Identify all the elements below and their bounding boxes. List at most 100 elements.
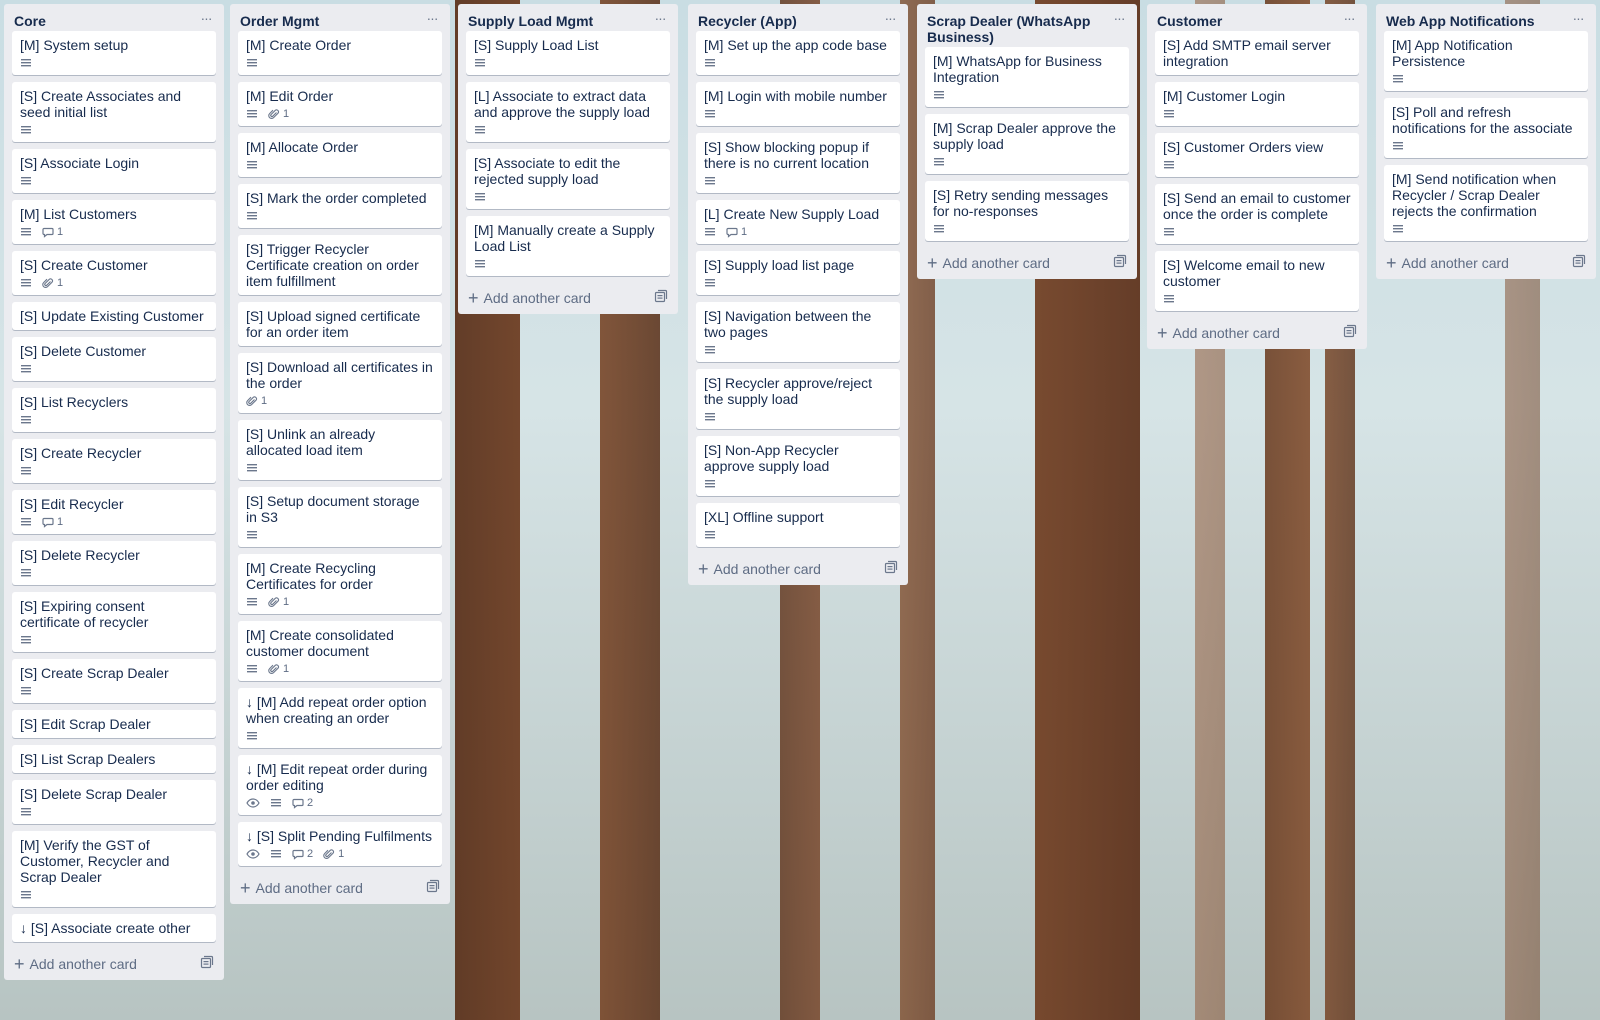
- list-title[interactable]: Web App Notifications: [1386, 13, 1568, 29]
- card[interactable]: [S] List Scrap Dealers: [12, 745, 216, 773]
- card[interactable]: [S] Associate to edit the rejected suppl…: [466, 149, 670, 209]
- add-card-button[interactable]: + Add another card: [1147, 318, 1367, 349]
- card-badges: [704, 474, 892, 494]
- card-badges: 1: [246, 659, 434, 679]
- card[interactable]: ↓ [S] Associate create other: [12, 914, 216, 942]
- card[interactable]: [S] Mark the order completed: [238, 184, 442, 228]
- card-template-icon[interactable]: [1572, 254, 1586, 271]
- add-card-button[interactable]: + Add another card: [688, 554, 908, 585]
- card[interactable]: ↓ [M] Edit repeat order during order edi…: [238, 755, 442, 815]
- card[interactable]: [S] Associate Login: [12, 149, 216, 193]
- card-badges: [704, 407, 892, 427]
- card[interactable]: [S] Send an email to customer once the o…: [1155, 184, 1359, 244]
- list-menu-icon[interactable]: ···: [1568, 11, 1588, 25]
- card[interactable]: [S] Upload signed certificate for an ord…: [238, 302, 442, 346]
- card-title: [S] Create Recycler: [20, 445, 142, 461]
- card[interactable]: [L] Associate to extract data and approv…: [466, 82, 670, 142]
- card-title: [S] List Recyclers: [20, 394, 129, 410]
- card[interactable]: [S] Edit Scrap Dealer: [12, 710, 216, 738]
- card[interactable]: [S] Add SMTP email server integration: [1155, 31, 1359, 75]
- card[interactable]: [S] Setup document storage in S3: [238, 487, 442, 547]
- card[interactable]: [M] Allocate Order: [238, 133, 442, 177]
- card[interactable]: [S] Delete Scrap Dealer: [12, 780, 216, 824]
- card[interactable]: [S] Trigger Recycler Certificate creatio…: [238, 235, 442, 295]
- description-icon: [20, 685, 32, 697]
- card[interactable]: [S] Show blocking popup if there is no c…: [696, 133, 900, 193]
- card-template-icon[interactable]: [884, 560, 898, 577]
- paperclip-icon: [268, 663, 280, 675]
- add-card-button[interactable]: + Add another card: [458, 283, 678, 314]
- card-template-icon[interactable]: [426, 879, 440, 896]
- list-menu-icon[interactable]: ···: [1109, 11, 1129, 25]
- card[interactable]: [S] Expiring consent certificate of recy…: [12, 592, 216, 652]
- add-card-button[interactable]: + Add another card: [917, 248, 1137, 279]
- card[interactable]: [M] Create Order: [238, 31, 442, 75]
- card[interactable]: [S] Recycler approve/reject the supply l…: [696, 369, 900, 429]
- card[interactable]: [M] List Customers 1: [12, 200, 216, 244]
- card[interactable]: [S] Delete Customer: [12, 337, 216, 381]
- card[interactable]: [S] Supply Load List: [466, 31, 670, 75]
- card[interactable]: [M] WhatsApp for Business Integration: [925, 47, 1129, 107]
- card[interactable]: [M] Manually create a Supply Load List: [466, 216, 670, 276]
- card[interactable]: [M] Send notification when Recycler / Sc…: [1384, 165, 1588, 241]
- card[interactable]: [S] Poll and refresh notifications for t…: [1384, 98, 1588, 158]
- card[interactable]: [M] Customer Login: [1155, 82, 1359, 126]
- list-title[interactable]: Scrap Dealer (WhatsApp Business): [927, 13, 1109, 45]
- card[interactable]: [S] Delete Recycler: [12, 541, 216, 585]
- card[interactable]: [M] Create Recycling Certificates for or…: [238, 554, 442, 614]
- card[interactable]: [S] Non-App Recycler approve supply load: [696, 436, 900, 496]
- card-template-icon[interactable]: [200, 955, 214, 972]
- plus-icon: +: [1386, 252, 1397, 273]
- list-title[interactable]: Recycler (App): [698, 13, 880, 29]
- card[interactable]: [S] Customer Orders view: [1155, 133, 1359, 177]
- card[interactable]: ↓ [S] Split Pending Fulfilments 2 1: [238, 822, 442, 866]
- card[interactable]: [S] Create Scrap Dealer: [12, 659, 216, 703]
- add-card-button[interactable]: + Add another card: [230, 873, 450, 904]
- add-card-label: Add another card: [713, 560, 821, 577]
- add-card-button[interactable]: + Add another card: [4, 949, 224, 980]
- card[interactable]: [M] Verify the GST of Customer, Recycler…: [12, 831, 216, 907]
- card[interactable]: [S] Create Recycler: [12, 439, 216, 483]
- card[interactable]: [S] Create Customer 1: [12, 251, 216, 295]
- card[interactable]: [L] Create New Supply Load 1: [696, 200, 900, 244]
- card[interactable]: [S] Unlink an already allocated load ite…: [238, 420, 442, 480]
- list-menu-icon[interactable]: ···: [1339, 11, 1359, 25]
- card[interactable]: [XL] Offline support: [696, 503, 900, 547]
- card-template-icon[interactable]: [654, 289, 668, 306]
- list-menu-icon[interactable]: ···: [650, 11, 670, 25]
- card[interactable]: [S] List Recyclers: [12, 388, 216, 432]
- card[interactable]: [S] Welcome email to new customer: [1155, 251, 1359, 311]
- card-badges: 1: [20, 222, 208, 242]
- card[interactable]: [M] App Notification Persistence: [1384, 31, 1588, 91]
- card[interactable]: [S] Navigation between the two pages: [696, 302, 900, 362]
- card[interactable]: [M] Scrap Dealer approve the supply load: [925, 114, 1129, 174]
- card[interactable]: [M] System setup: [12, 31, 216, 75]
- card-title: [S] Navigation between the two pages: [704, 308, 872, 340]
- card[interactable]: [S] Supply load list page: [696, 251, 900, 295]
- comment-badge: 1: [42, 226, 63, 238]
- add-card-label: Add another card: [255, 879, 363, 896]
- list-title[interactable]: Order Mgmt: [240, 13, 422, 29]
- card[interactable]: ↓ [M] Add repeat order option when creat…: [238, 688, 442, 748]
- list-menu-icon[interactable]: ···: [880, 11, 900, 25]
- card[interactable]: [M] Create consolidated customer documen…: [238, 621, 442, 681]
- list-menu-icon[interactable]: ···: [196, 11, 216, 25]
- card[interactable]: [S] Create Associates and seed initial l…: [12, 82, 216, 142]
- list-title[interactable]: Supply Load Mgmt: [468, 13, 650, 29]
- card[interactable]: [S] Retry sending messages for no-respon…: [925, 181, 1129, 241]
- card-template-icon[interactable]: [1113, 254, 1127, 271]
- list-menu-icon[interactable]: ···: [422, 11, 442, 25]
- attachment-badge: 1: [268, 596, 289, 608]
- card[interactable]: [M] Edit Order 1: [238, 82, 442, 126]
- card-template-icon[interactable]: [1343, 324, 1357, 341]
- card[interactable]: [S] Update Existing Customer: [12, 302, 216, 330]
- list-title[interactable]: Customer: [1157, 13, 1339, 29]
- add-card-button[interactable]: + Add another card: [1376, 248, 1596, 279]
- description-icon: [704, 478, 716, 490]
- card[interactable]: [S] Edit Recycler 1: [12, 490, 216, 534]
- card-title: [S] Customer Orders view: [1163, 139, 1324, 155]
- card[interactable]: [M] Set up the app code base: [696, 31, 900, 75]
- card[interactable]: [S] Download all certificates in the ord…: [238, 353, 442, 413]
- list-title[interactable]: Core: [14, 13, 196, 29]
- card[interactable]: [M] Login with mobile number: [696, 82, 900, 126]
